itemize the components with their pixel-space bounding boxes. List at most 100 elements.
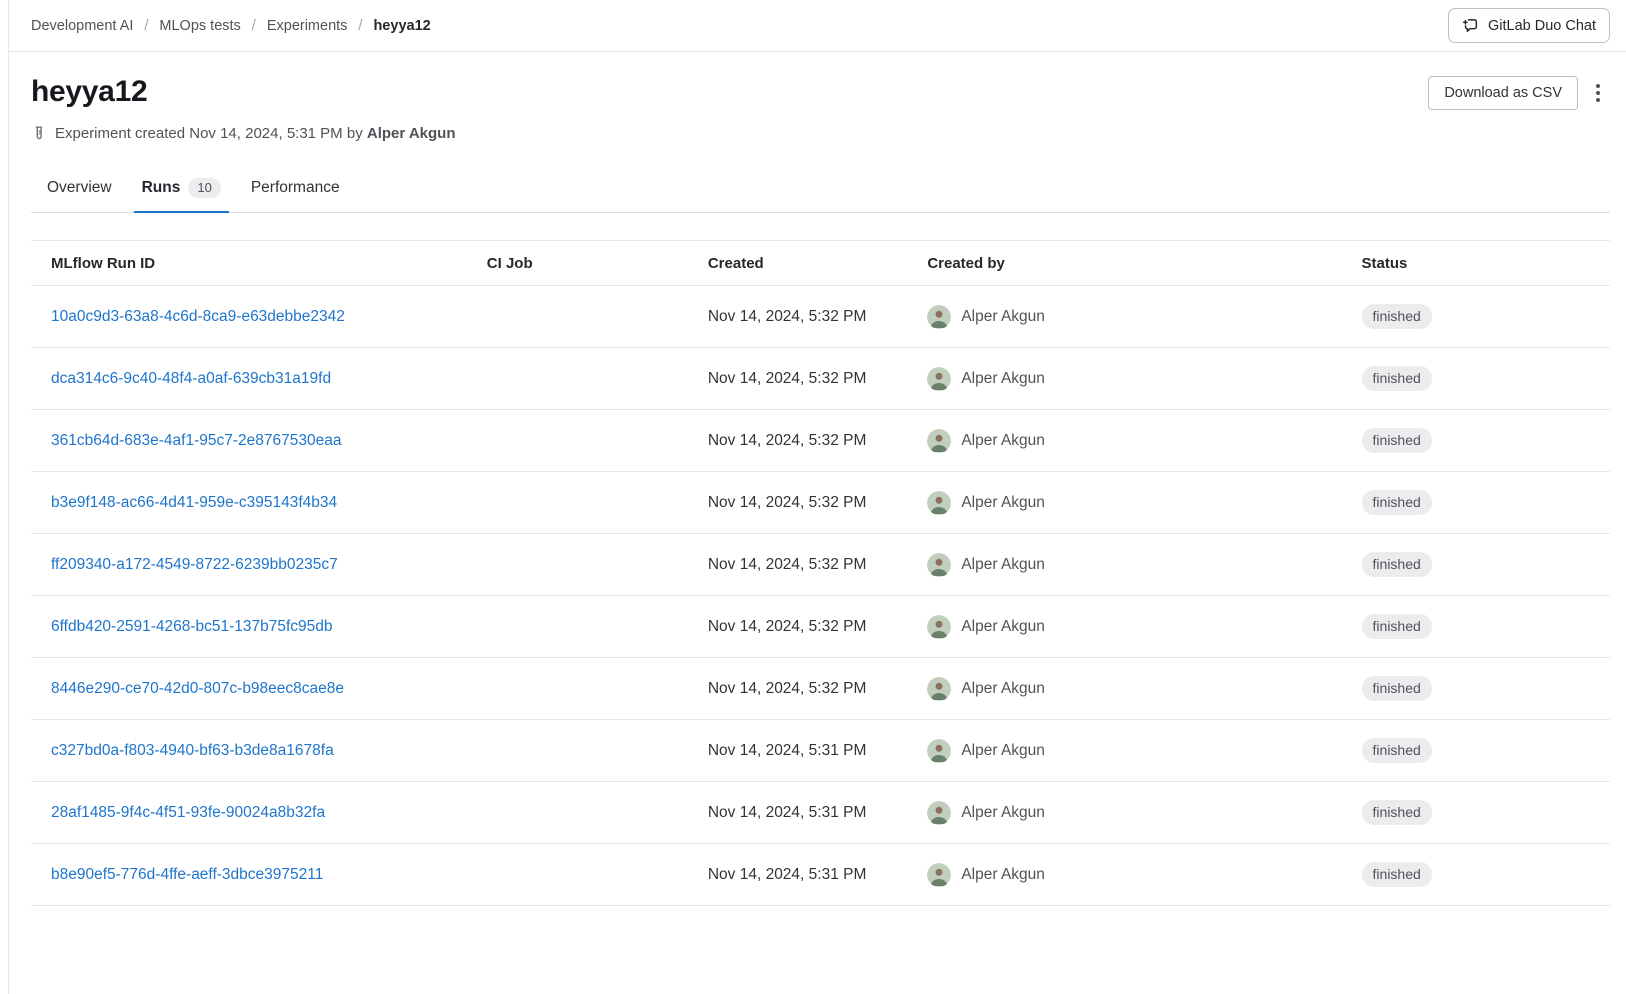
run-id-cell: c327bd0a-f803-4940-bf63-b3de8a1678fa: [31, 720, 467, 782]
status-badge: finished: [1362, 428, 1432, 453]
ci-job-cell: [467, 348, 688, 410]
run-id-link[interactable]: 8446e290-ce70-42d0-807c-b98eec8cae8e: [51, 680, 344, 697]
created-by-cell: Alper Akgun: [907, 596, 1341, 658]
run-id-link[interactable]: ff209340-a172-4549-8722-6239bb0235c7: [51, 556, 338, 573]
created-by-user-link[interactable]: Alper Akgun: [927, 801, 1321, 825]
created-cell: Nov 14, 2024, 5:31 PM: [688, 720, 907, 782]
breadcrumb-item-current: heyya12: [373, 18, 430, 34]
avatar: [927, 429, 951, 453]
created-cell: Nov 14, 2024, 5:31 PM: [688, 844, 907, 906]
column-header-status: Status: [1342, 241, 1610, 286]
created-by-name: Alper Akgun: [961, 370, 1045, 388]
status-badge: finished: [1362, 552, 1432, 577]
run-id-link[interactable]: 28af1485-9f4c-4f51-93fe-90024a8b32fa: [51, 804, 325, 821]
table-row: b3e9f148-ac66-4d41-959e-c395143f4b34 Nov…: [31, 472, 1610, 534]
status-cell: finished: [1342, 348, 1610, 410]
runs-table: MLflow Run ID CI Job Created Created by …: [31, 240, 1610, 906]
more-actions-kebab-button[interactable]: [1586, 76, 1610, 110]
created-by-name: Alper Akgun: [961, 680, 1045, 698]
breadcrumb-item-mlops-tests[interactable]: MLOps tests: [159, 18, 240, 34]
run-id-link[interactable]: 6ffdb420-2591-4268-bc51-137b75fc95db: [51, 618, 333, 635]
test-tube-icon: [31, 126, 47, 142]
tab-runs[interactable]: Runs 10: [134, 167, 229, 213]
run-id-link[interactable]: 361cb64d-683e-4af1-95c7-2e8767530eaa: [51, 432, 341, 449]
tab-overview[interactable]: Overview: [39, 167, 120, 213]
page: Development AI / MLOps tests / Experimen…: [8, 0, 1626, 994]
created-by-name: Alper Akgun: [961, 432, 1045, 450]
created-by-user-link[interactable]: Alper Akgun: [927, 491, 1321, 515]
created-cell: Nov 14, 2024, 5:32 PM: [688, 472, 907, 534]
column-header-ci-job: CI Job: [467, 241, 688, 286]
run-id-link[interactable]: dca314c6-9c40-48f4-a0af-639cb31a19fd: [51, 370, 331, 387]
breadcrumb-separator: /: [252, 18, 256, 34]
run-id-link[interactable]: b8e90ef5-776d-4ffe-aeff-3dbce3975211: [51, 866, 323, 883]
ci-job-cell: [467, 596, 688, 658]
created-by-user-link[interactable]: Alper Akgun: [927, 305, 1321, 329]
download-as-csv-button[interactable]: Download as CSV: [1428, 76, 1578, 110]
run-id-link[interactable]: c327bd0a-f803-4940-bf63-b3de8a1678fa: [51, 742, 334, 759]
table-row: c327bd0a-f803-4940-bf63-b3de8a1678fa Nov…: [31, 720, 1610, 782]
created-by-name: Alper Akgun: [961, 804, 1045, 822]
created-by-user-link[interactable]: Alper Akgun: [927, 429, 1321, 453]
ci-job-cell: [467, 720, 688, 782]
created-by-name: Alper Akgun: [961, 556, 1045, 574]
status-badge: finished: [1362, 366, 1432, 391]
top-bar: Development AI / MLOps tests / Experimen…: [9, 0, 1626, 52]
avatar: [927, 367, 951, 391]
created-text: Experiment created Nov 14, 2024, 5:31 PM…: [55, 125, 456, 142]
run-id-cell: 361cb64d-683e-4af1-95c7-2e8767530eaa: [31, 410, 467, 472]
created-cell: Nov 14, 2024, 5:32 PM: [688, 410, 907, 472]
page-title: heyya12: [31, 74, 147, 110]
page-actions: Download as CSV: [1428, 76, 1610, 110]
table-row: 361cb64d-683e-4af1-95c7-2e8767530eaa Nov…: [31, 410, 1610, 472]
title-row: heyya12 Download as CSV: [31, 74, 1610, 110]
created-by-user-link[interactable]: Alper Akgun: [927, 615, 1321, 639]
run-id-cell: dca314c6-9c40-48f4-a0af-639cb31a19fd: [31, 348, 467, 410]
created-cell: Nov 14, 2024, 5:31 PM: [688, 782, 907, 844]
tab-performance[interactable]: Performance: [243, 167, 348, 213]
status-cell: finished: [1342, 534, 1610, 596]
created-by-cell: Alper Akgun: [907, 348, 1341, 410]
created-by-user-link[interactable]: Alper Akgun: [927, 553, 1321, 577]
breadcrumb-separator: /: [144, 18, 148, 34]
column-header-created: Created: [688, 241, 907, 286]
run-id-cell: 28af1485-9f4c-4f51-93fe-90024a8b32fa: [31, 782, 467, 844]
breadcrumb-item-development-ai[interactable]: Development AI: [31, 18, 133, 34]
table-row: dca314c6-9c40-48f4-a0af-639cb31a19fd Nov…: [31, 348, 1610, 410]
status-cell: finished: [1342, 596, 1610, 658]
run-id-link[interactable]: 10a0c9d3-63a8-4c6d-8ca9-e63debbe2342: [51, 308, 345, 325]
run-id-cell: ff209340-a172-4549-8722-6239bb0235c7: [31, 534, 467, 596]
table-row: 8446e290-ce70-42d0-807c-b98eec8cae8e Nov…: [31, 658, 1610, 720]
avatar: [927, 863, 951, 887]
run-id-cell: 8446e290-ce70-42d0-807c-b98eec8cae8e: [31, 658, 467, 720]
duo-chat-icon: [1462, 17, 1479, 34]
table-row: b8e90ef5-776d-4ffe-aeff-3dbce3975211 Nov…: [31, 844, 1610, 906]
breadcrumb-item-experiments[interactable]: Experiments: [267, 18, 348, 34]
created-by-user-link[interactable]: Alper Akgun: [927, 863, 1321, 887]
gitlab-duo-chat-button[interactable]: GitLab Duo Chat: [1448, 8, 1610, 43]
status-cell: finished: [1342, 844, 1610, 906]
table-row: 28af1485-9f4c-4f51-93fe-90024a8b32fa Nov…: [31, 782, 1610, 844]
created-by-user-link[interactable]: Alper Akgun: [927, 677, 1321, 701]
created-by-cell: Alper Akgun: [907, 658, 1341, 720]
ci-job-cell: [467, 472, 688, 534]
status-badge: finished: [1362, 490, 1432, 515]
table-header-row: MLflow Run ID CI Job Created Created by …: [31, 241, 1610, 286]
created-cell: Nov 14, 2024, 5:32 PM: [688, 658, 907, 720]
status-badge: finished: [1362, 304, 1432, 329]
column-header-mlflow-run-id: MLflow Run ID: [31, 241, 467, 286]
created-by-cell: Alper Akgun: [907, 286, 1341, 348]
status-cell: finished: [1342, 286, 1610, 348]
run-id-cell: 6ffdb420-2591-4268-bc51-137b75fc95db: [31, 596, 467, 658]
created-by-name: Alper Akgun: [961, 866, 1045, 884]
run-id-link[interactable]: b3e9f148-ac66-4d41-959e-c395143f4b34: [51, 494, 337, 511]
avatar: [927, 305, 951, 329]
created-by-user-link[interactable]: Alper Akgun: [927, 739, 1321, 763]
run-id-cell: b8e90ef5-776d-4ffe-aeff-3dbce3975211: [31, 844, 467, 906]
experiment-author: Alper Akgun: [367, 125, 456, 142]
tab-bar: Overview Runs 10 Performance: [31, 167, 1610, 213]
column-header-created-by: Created by: [907, 241, 1341, 286]
ci-job-cell: [467, 410, 688, 472]
created-by-cell: Alper Akgun: [907, 720, 1341, 782]
created-by-user-link[interactable]: Alper Akgun: [927, 367, 1321, 391]
